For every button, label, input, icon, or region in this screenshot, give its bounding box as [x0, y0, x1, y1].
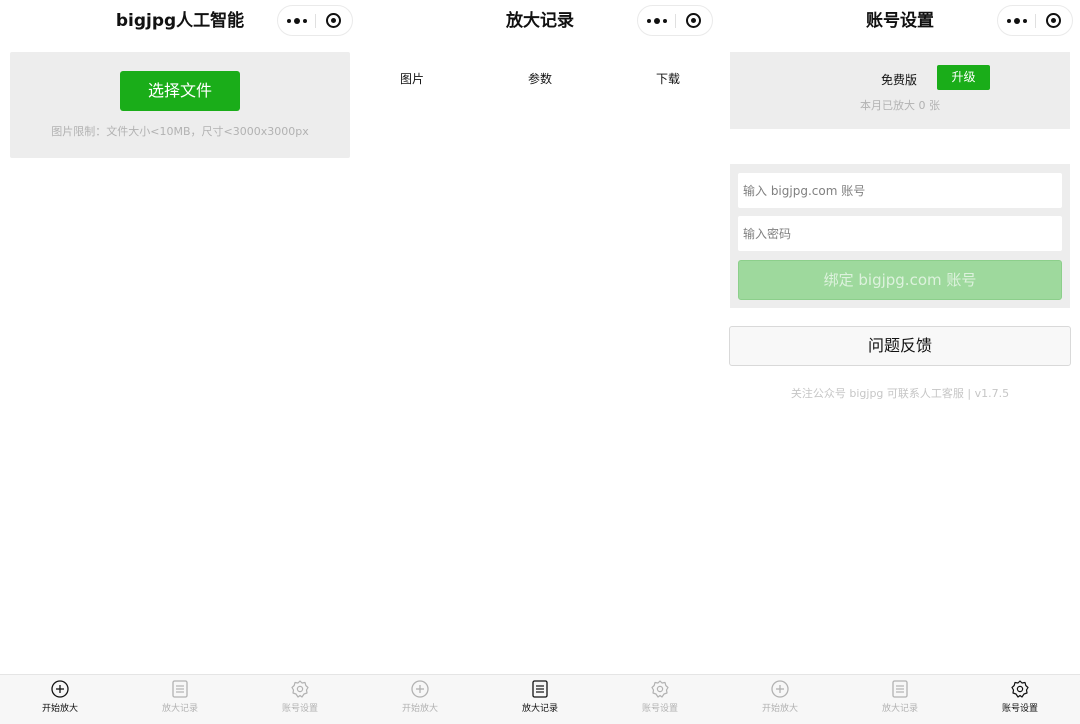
more-icon[interactable] [998, 6, 1035, 35]
password-input[interactable] [738, 216, 1062, 251]
column-header-params: 参数 [527, 72, 552, 86]
tab-account-settings[interactable]: 账号设置 [960, 675, 1080, 724]
plan-name: 免费版 [881, 73, 918, 87]
list-icon [172, 680, 188, 698]
account-input[interactable] [738, 173, 1062, 208]
tab-start-enlarge[interactable]: 开始放大 [0, 675, 120, 724]
screen-enlarge-history: 放大记录 图片 参数 下载 开始放大 放大记录 账号设置 [360, 0, 720, 724]
more-icon[interactable] [638, 6, 675, 35]
mini-program-capsule [637, 5, 713, 36]
tab-start-enlarge[interactable]: 开始放大 [720, 675, 840, 724]
mini-program-capsule [997, 5, 1073, 36]
nav-bar: bigjpg人工智能 [0, 0, 360, 44]
tab-enlarge-history[interactable]: 放大记录 [120, 675, 240, 724]
capsule-divider [315, 14, 316, 28]
feedback-button[interactable]: 问题反馈 [729, 326, 1071, 366]
tab-bar: 开始放大 放大记录 账号设置 [360, 674, 720, 724]
gear-icon [1011, 680, 1029, 698]
nav-bar: 放大记录 [360, 0, 720, 44]
upload-panel: 选择文件 图片限制：文件大小<10MB，尺寸<3000x3000px [10, 52, 350, 158]
close-target-icon[interactable] [326, 13, 341, 28]
footer-info: 关注公众号 bigjpg 可联系人工客服 | v1.7.5 [790, 387, 1010, 400]
tab-bar: 开始放大 放大记录 账号设置 [0, 674, 360, 724]
tab-account-settings[interactable]: 账号设置 [240, 675, 360, 724]
tab-enlarge-history[interactable]: 放大记录 [480, 675, 600, 724]
list-icon [532, 680, 548, 698]
screen-account-settings: 账号设置 免费版 升级 本月已放大 0 张 绑定 bigjpg.com 账号 问… [720, 0, 1080, 724]
upgrade-button[interactable]: 升级 [937, 65, 990, 90]
capsule-divider [1035, 14, 1036, 28]
tab-label: 放大记录 [161, 704, 198, 714]
tab-label: 账号设置 [641, 704, 678, 714]
column-header-download: 下载 [655, 72, 680, 86]
file-limit-hint: 图片限制：文件大小<10MB，尺寸<3000x3000px [51, 125, 309, 138]
bind-account-button[interactable]: 绑定 bigjpg.com 账号 [738, 260, 1062, 300]
capsule-divider [675, 14, 676, 28]
plus-circle-icon [51, 680, 69, 698]
close-target-icon[interactable] [1046, 13, 1061, 28]
plus-circle-icon [771, 680, 789, 698]
tab-bar: 开始放大 放大记录 账号设置 [720, 674, 1080, 724]
choose-file-button[interactable]: 选择文件 [120, 71, 240, 111]
tab-label: 开始放大 [761, 704, 798, 714]
close-target-icon[interactable] [686, 13, 701, 28]
tab-enlarge-history[interactable]: 放大记录 [840, 675, 960, 724]
screen-start-enlarge: bigjpg人工智能 选择文件 图片限制：文件大小<10MB，尺寸<3000x3… [0, 0, 360, 724]
tab-label: 账号设置 [1001, 704, 1038, 714]
tab-label: 账号设置 [281, 704, 318, 714]
nav-bar: 账号设置 [720, 0, 1080, 44]
tab-start-enlarge[interactable]: 开始放大 [360, 675, 480, 724]
gear-icon [651, 680, 669, 698]
tab-label: 放大记录 [521, 704, 558, 714]
mini-program-capsule [277, 5, 353, 36]
bind-account-panel: 绑定 bigjpg.com 账号 [730, 164, 1070, 308]
gear-icon [291, 680, 309, 698]
tab-label: 开始放大 [401, 704, 438, 714]
tab-label: 放大记录 [881, 704, 918, 714]
column-header-image: 图片 [399, 72, 424, 86]
more-icon[interactable] [278, 6, 315, 35]
plan-panel: 免费版 升级 本月已放大 0 张 [730, 52, 1070, 129]
monthly-usage-text: 本月已放大 0 张 [860, 99, 940, 112]
list-icon [892, 680, 908, 698]
plus-circle-icon [411, 680, 429, 698]
tab-account-settings[interactable]: 账号设置 [600, 675, 720, 724]
tab-label: 开始放大 [41, 704, 78, 714]
